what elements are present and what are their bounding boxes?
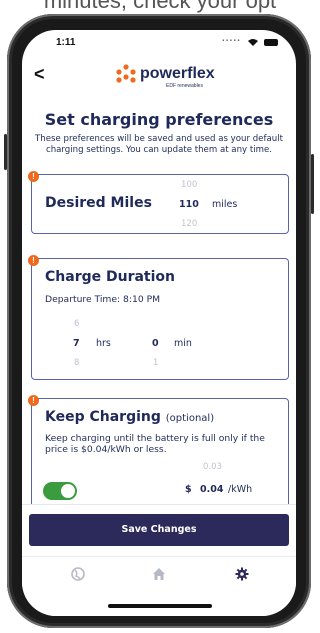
min-unit: min	[174, 338, 192, 349]
charge-duration-title: Charge Duration	[45, 269, 175, 285]
save-changes-button[interactable]: Save Changes	[29, 514, 289, 546]
desired-miles-title: Desired Miles	[45, 195, 152, 211]
info-icon[interactable]: !	[28, 395, 39, 406]
signal-dots: .....	[222, 33, 241, 44]
price-picker-value[interactable]: 0.04	[200, 484, 223, 495]
optional-label: (optional)	[165, 413, 215, 424]
keep-charging-description: Keep charging until the battery is full …	[45, 433, 265, 455]
screen: 1:11 ..... < powerflex EDF renewables Se…	[22, 30, 296, 616]
page-subtitle: These preferences will be saved and used…	[35, 134, 283, 155]
side-button-right	[311, 154, 314, 214]
miles-unit: miles	[212, 199, 238, 210]
brand-name: powerflex	[140, 65, 215, 82]
gear-icon[interactable]	[235, 567, 249, 581]
miles-picker-value[interactable]: 110	[179, 199, 199, 210]
price-currency: $	[185, 484, 192, 495]
page-title: Set charging preferences	[44, 110, 274, 129]
desired-miles-card: ! Desired Miles 100 110 miles 120	[28, 171, 289, 234]
price-prev: 0.03	[203, 462, 222, 472]
keep-charging-title: Keep Charging (optional)	[45, 409, 214, 425]
toggle-knob	[61, 484, 75, 498]
globe-icon[interactable]	[71, 567, 85, 581]
hours-prev: 6	[74, 319, 80, 329]
info-icon[interactable]: !	[28, 255, 39, 266]
keep-charging-toggle[interactable]	[43, 482, 77, 500]
miles-prev: 100	[181, 180, 198, 190]
brand-subtitle: EDF renewables	[166, 83, 203, 89]
wifi-icon	[248, 39, 258, 46]
battery-icon	[264, 39, 278, 46]
hours-unit: hrs	[96, 338, 111, 349]
charge-duration-card: ! Charge Duration Departure Time: 8:10 P…	[28, 255, 289, 380]
side-button-left	[4, 134, 7, 170]
app-header: < powerflex EDF renewables	[22, 56, 296, 96]
price-unit: /kWh	[228, 484, 253, 495]
info-icon[interactable]: !	[28, 171, 39, 182]
home-icon[interactable]	[152, 567, 166, 581]
bottom-nav	[22, 556, 296, 587]
departure-time: Departure Time: 8:10 PM	[45, 294, 161, 305]
logo-mark-icon	[116, 64, 136, 83]
keep-charging-label: Keep Charging	[45, 409, 161, 425]
hours-picker-value[interactable]: 7	[73, 338, 80, 349]
hours-next: 8	[74, 358, 80, 368]
min-picker-value[interactable]: 0	[152, 338, 159, 349]
home-indicator	[108, 604, 212, 608]
status-bar: 1:11 .....	[22, 30, 296, 56]
miles-next: 120	[181, 219, 198, 229]
back-button[interactable]: <	[34, 64, 45, 85]
status-time: 1:11	[56, 37, 76, 48]
min-next: 1	[153, 358, 159, 368]
